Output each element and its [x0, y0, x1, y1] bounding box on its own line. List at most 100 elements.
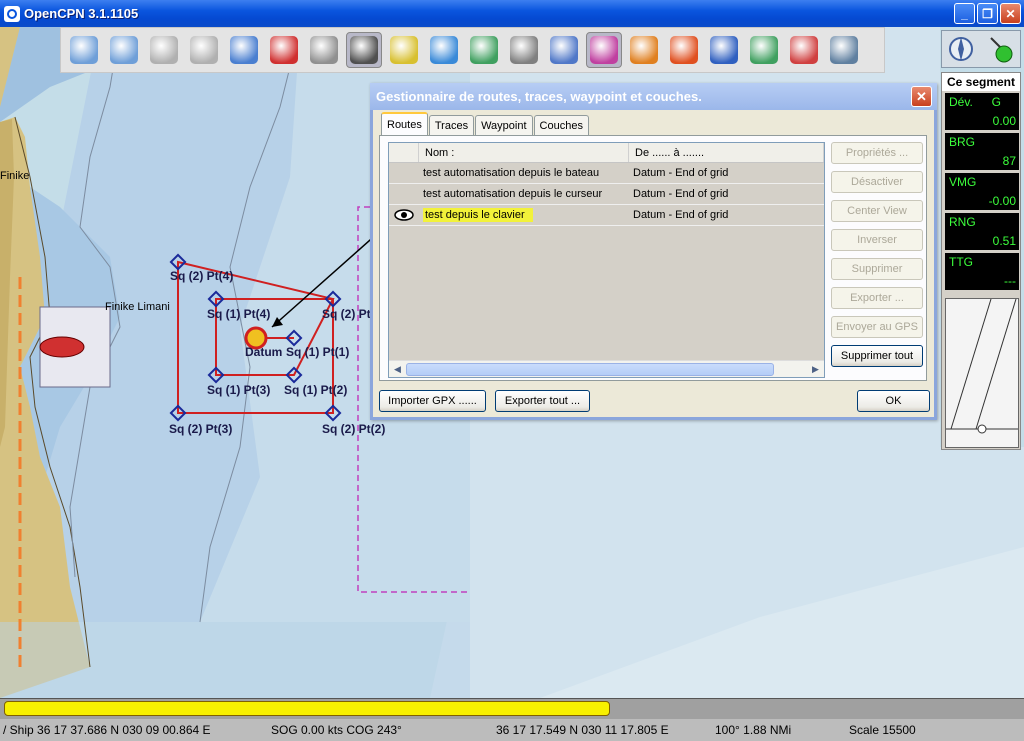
eye-icon[interactable]: [394, 209, 414, 221]
status-ship-position: / Ship 36 17 37.686 N 030 09 00.864 E: [3, 723, 211, 737]
compass-widget[interactable]: [941, 30, 1021, 68]
settings-button[interactable]: [306, 32, 342, 68]
minimize-button[interactable]: _: [954, 3, 975, 24]
list-item[interactable]: test automatisation depuis le bateau Dat…: [389, 163, 824, 184]
waypoint-label[interactable]: Sq (2) Pt(2): [322, 422, 385, 436]
send-to-gps-button[interactable]: Envoyer au GPS: [831, 316, 923, 338]
route-list-header: Nom : De ...... à .......: [389, 143, 824, 163]
dashboard-cell-value: 87: [1002, 154, 1016, 168]
status-bar: / Ship 36 17 37.686 N 030 09 00.864 E SO…: [0, 719, 1024, 741]
tab-traces[interactable]: Traces: [428, 115, 475, 135]
dashboard-cell-unit: G: [991, 95, 1001, 109]
about-button[interactable]: [826, 32, 862, 68]
ok-button[interactable]: OK: [857, 390, 930, 412]
waypoint-label[interactable]: Sq (1) Pt(4): [207, 307, 270, 321]
ais-button[interactable]: [786, 32, 822, 68]
status-cursor-position: 36 17 17.549 N 030 11 17.805 E: [496, 723, 669, 737]
status-bearing-distance: 100° 1.88 NMi: [715, 723, 792, 737]
help-button[interactable]: [706, 32, 742, 68]
column-header-name[interactable]: Nom :: [419, 143, 629, 162]
reverse-button[interactable]: Inverser: [831, 229, 923, 251]
plugin-icon: [750, 36, 778, 64]
plugin-button[interactable]: [746, 32, 782, 68]
map-label-finike-limani: Finike Limani: [105, 301, 170, 313]
print-button[interactable]: [506, 32, 542, 68]
scale-up-button[interactable]: [186, 32, 222, 68]
route-button[interactable]: [226, 32, 262, 68]
properties-button[interactable]: Propriétés ...: [831, 142, 923, 164]
delete-button[interactable]: Supprimer: [831, 258, 923, 280]
mob-button[interactable]: [666, 32, 702, 68]
zoom-in-button[interactable]: [66, 32, 102, 68]
text-button[interactable]: [346, 32, 382, 68]
waypoint-label[interactable]: Datum: [245, 345, 282, 359]
tab-routes[interactable]: Routes: [381, 112, 428, 135]
dashboard-cell-dev: Dév. G 0.00: [945, 93, 1019, 130]
dialog-tabs: Routes Traces Waypoint Couches: [381, 112, 590, 135]
route-name-highlight: test depuis le clavier: [423, 208, 533, 222]
dashboard-cell-vmg: VMG -0.00: [945, 173, 1019, 210]
visibility-cell[interactable]: [389, 209, 419, 221]
center-view-button[interactable]: Center View: [831, 200, 923, 222]
dialog-bottom-buttons: Importer GPX ...... Exporter tout ... OK: [379, 390, 931, 414]
list-item[interactable]: test automatisation depuis le curseur Da…: [389, 184, 824, 205]
scroll-left-icon[interactable]: ◀: [390, 362, 405, 377]
compass-icon: [949, 37, 973, 61]
deactivate-button[interactable]: Désactiver: [831, 171, 923, 193]
track-button[interactable]: [586, 32, 622, 68]
delete-all-button[interactable]: Supprimer tout: [831, 345, 923, 367]
color-scheme-icon: [630, 36, 658, 64]
route-list[interactable]: Nom : De ...... à ....... test automatis…: [388, 142, 825, 378]
scroll-right-icon[interactable]: ▶: [808, 362, 823, 377]
progress-bar: [4, 701, 610, 716]
export-all-button[interactable]: Exporter tout ...: [495, 390, 590, 412]
follow-ship-button[interactable]: [266, 32, 302, 68]
scrollbar-thumb[interactable]: [406, 363, 774, 376]
list-item[interactable]: test depuis le clavier Datum - End of gr…: [389, 205, 824, 226]
dashboard-cell-brg: BRG 87: [945, 133, 1019, 170]
print-icon: [510, 36, 538, 64]
waypoint-label[interactable]: Sq (2) Pt(4): [170, 269, 233, 283]
waypoint-label[interactable]: Sq (1) Pt(3): [207, 383, 270, 397]
dialog-title-bar[interactable]: Gestionnaire de routes, traces, waypoint…: [370, 83, 937, 110]
main-toolbar: [60, 27, 885, 73]
maximize-button[interactable]: ❐: [977, 3, 998, 24]
column-header-visibility[interactable]: [389, 143, 419, 162]
zoom-out-icon: [110, 36, 138, 64]
column-header-from-to[interactable]: De ...... à .......: [629, 143, 824, 162]
zoom-out-button[interactable]: [106, 32, 142, 68]
tide-icon: [430, 36, 458, 64]
current-button[interactable]: [386, 32, 422, 68]
dialog-title: Gestionnaire de routes, traces, waypoint…: [376, 89, 702, 104]
waypoint-label[interactable]: Sq (2) Pt: [322, 307, 371, 321]
close-button[interactable]: ✕: [1000, 3, 1021, 24]
waypoint-label[interactable]: Sq (1) Pt(2): [284, 383, 347, 397]
help-icon: [710, 36, 738, 64]
dashboard-cell-label: BRG: [949, 135, 976, 149]
map-label-finike: Finike: [0, 170, 30, 182]
scale-down-icon: [150, 36, 178, 64]
chart-quilt-button[interactable]: [466, 32, 502, 68]
current-icon: [390, 36, 418, 64]
title-bar: OpenCPN 3.1.1105 _ ❐ ✕: [0, 0, 1024, 27]
waypoint-label[interactable]: Sq (1) Pt(1): [286, 345, 349, 359]
route-manager-button[interactable]: [546, 32, 582, 68]
tide-button[interactable]: [426, 32, 462, 68]
scale-down-button[interactable]: [146, 32, 182, 68]
horizontal-scrollbar[interactable]: ◀ ▶: [389, 360, 824, 377]
ais-icon: [790, 36, 818, 64]
color-scheme-button[interactable]: [626, 32, 662, 68]
dialog-close-button[interactable]: ✕: [911, 86, 932, 107]
export-button[interactable]: Exporter ...: [831, 287, 923, 309]
settings-icon: [310, 36, 338, 64]
import-gpx-button[interactable]: Importer GPX ......: [379, 390, 486, 412]
tab-waypoint[interactable]: Waypoint: [475, 115, 533, 135]
tab-couches[interactable]: Couches: [533, 115, 589, 135]
mob-icon: [670, 36, 698, 64]
waypoint-label[interactable]: Sq (2) Pt(3): [169, 422, 232, 436]
zoom-in-icon: [70, 36, 98, 64]
routes-tab-panel: Nom : De ...... à ....... test automatis…: [379, 135, 927, 381]
about-icon: [830, 36, 858, 64]
scale-up-icon: [190, 36, 218, 64]
track-icon: [590, 36, 618, 64]
